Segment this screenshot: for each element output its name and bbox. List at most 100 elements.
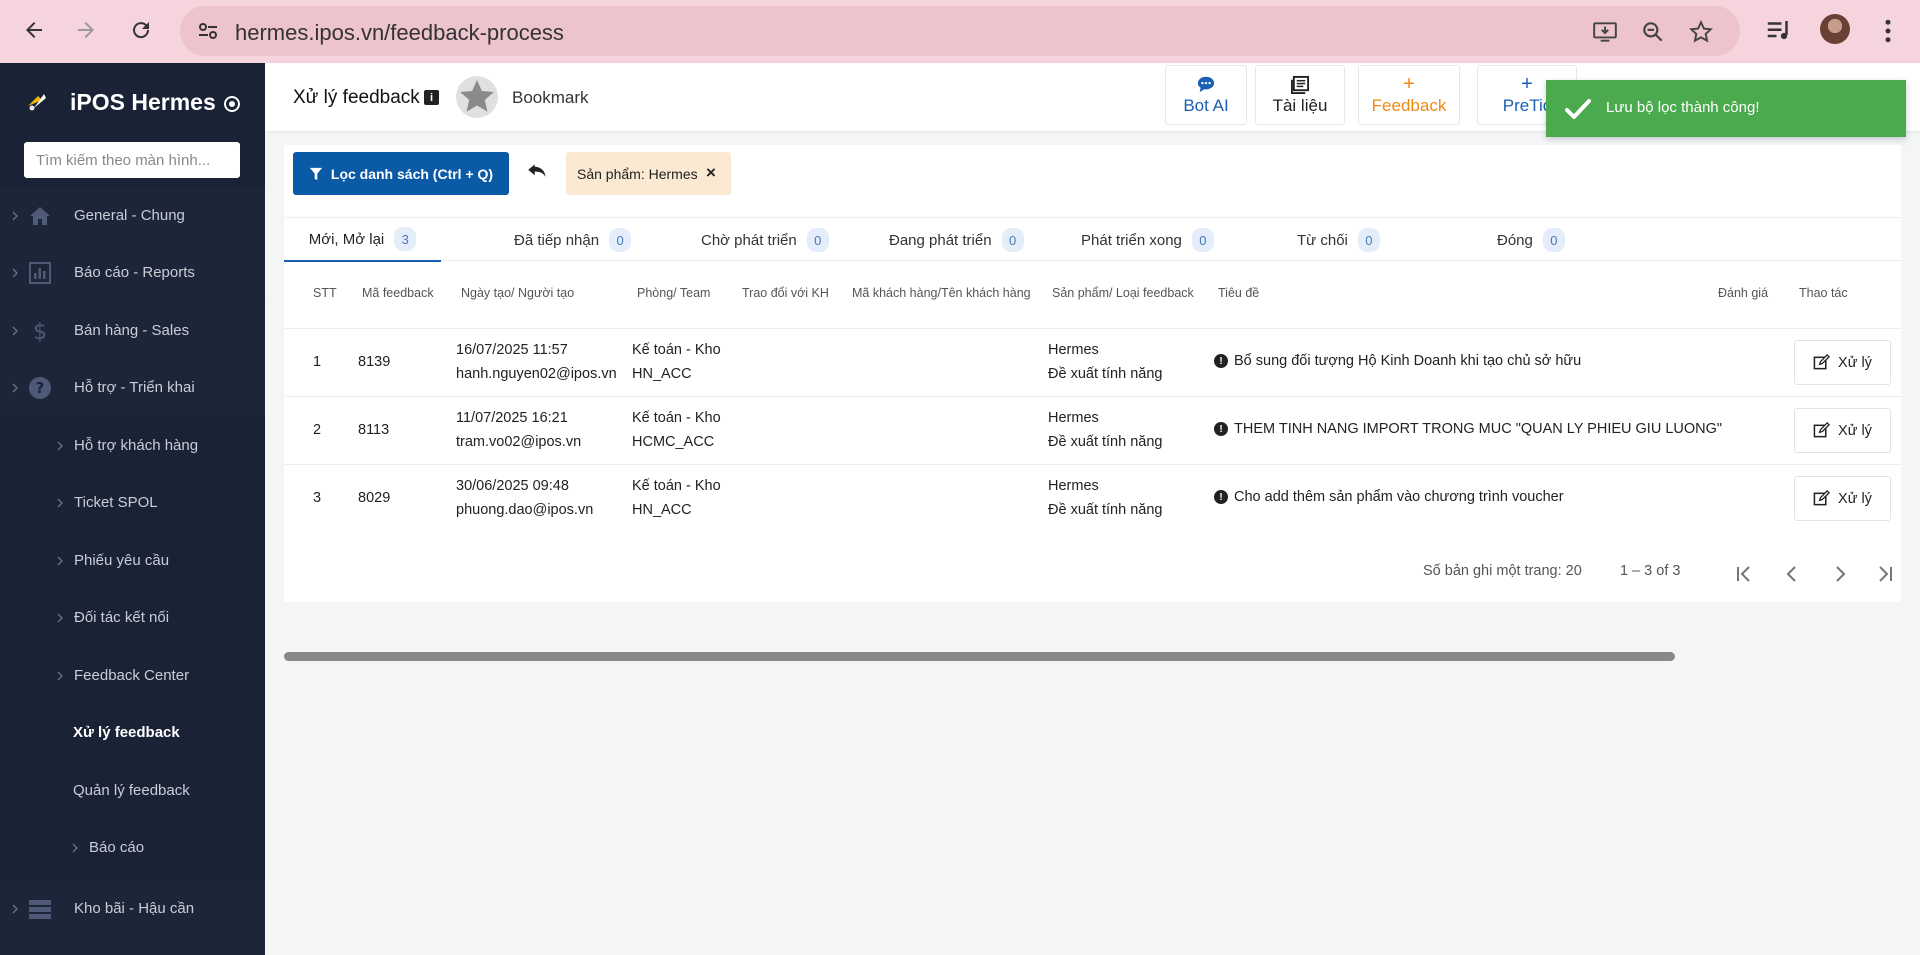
filter-button-label: Lọc danh sách (Ctrl + Q) xyxy=(330,165,494,182)
help-circle-icon: ? xyxy=(29,376,51,399)
success-toast[interactable]: Lưu bộ lọc thành công! xyxy=(1546,80,1906,137)
cell-product: Hermes xyxy=(1048,478,1099,494)
browser-toolbar: hermes.ipos.vn/feedback-process xyxy=(0,0,1920,63)
column-header: Trao đổi với KH xyxy=(742,286,829,300)
cell-type: Đề xuất tính năng xyxy=(1048,434,1163,450)
profile-avatar[interactable] xyxy=(1820,14,1850,44)
last-page-button[interactable] xyxy=(1869,558,1901,590)
sidebar-item-feedback-process[interactable]: Xử lý feedback xyxy=(0,704,265,761)
sidebar-item-customer-support[interactable]: Hỗ trợ khách hàng xyxy=(0,417,265,474)
column-header: Mã khách hàng/Tên khách hàng xyxy=(852,286,1031,300)
chevron-right-icon xyxy=(1836,566,1846,582)
tab-count-badge: 3 xyxy=(394,227,417,251)
url-text[interactable]: hermes.ipos.vn/feedback-process xyxy=(235,20,564,46)
first-page-button[interactable] xyxy=(1728,558,1760,590)
info-icon[interactable]: i xyxy=(424,90,439,105)
process-button[interactable]: Xử lý xyxy=(1794,476,1891,521)
sidebar-item-label: Đối tác kết nối xyxy=(74,609,170,626)
sidebar-item-support[interactable]: ? Hỗ trợ - Triển khai xyxy=(0,359,265,416)
cell-code: 8113 xyxy=(358,422,390,438)
sidebar-item-label: Quản lý feedback xyxy=(73,782,190,799)
sidebar-item-warehouse[interactable]: Kho bãi - Hậu cần xyxy=(0,880,265,937)
back-button[interactable] xyxy=(16,12,52,48)
table-row[interactable]: 1 8139 16/07/2025 11:57 hanh.nguyen02@ip… xyxy=(284,328,1901,396)
reload-icon xyxy=(133,22,150,39)
close-icon[interactable]: × xyxy=(706,164,722,182)
zoom-icon[interactable] xyxy=(1640,19,1666,45)
cell-dept: Kế toán - Kho xyxy=(632,342,721,358)
check-icon xyxy=(1565,99,1591,119)
undo-icon[interactable] xyxy=(525,159,551,185)
cell-date: 30/06/2025 09:48 xyxy=(456,478,569,494)
sidebar-item-sales[interactable]: $ Bán hàng - Sales xyxy=(0,302,265,359)
radio-dot-icon[interactable] xyxy=(224,96,240,112)
bookmark-star-icon[interactable] xyxy=(1688,19,1714,45)
chevron-right-icon xyxy=(57,498,63,507)
add-feedback-button[interactable]: + Feedback xyxy=(1358,65,1460,125)
media-control-icon[interactable] xyxy=(1764,16,1794,46)
next-page-button[interactable] xyxy=(1824,558,1856,590)
sidebar-search-input[interactable] xyxy=(24,142,240,178)
sidebar-item-reports[interactable]: Báo cáo - Reports xyxy=(0,244,265,301)
install-app-icon[interactable] xyxy=(1592,19,1618,45)
site-settings-icon[interactable] xyxy=(196,19,220,43)
bookmark-star-icon[interactable] xyxy=(455,75,499,119)
chevron-right-icon xyxy=(12,211,18,220)
tab-rejected[interactable]: Từ chối 0 xyxy=(1297,218,1380,262)
column-header: STT xyxy=(313,286,337,300)
cell-title[interactable]: ! Bổ sung đối tượng Hộ Kinh Doanh khi tạo… xyxy=(1214,353,1581,369)
cell-code: 8139 xyxy=(358,354,391,370)
horizontal-scrollbar[interactable] xyxy=(284,652,1675,661)
bookmark-label[interactable]: Bookmark xyxy=(512,88,589,108)
tab-received[interactable]: Đã tiếp nhận 0 xyxy=(514,218,632,262)
filter-list-button[interactable]: Lọc danh sách (Ctrl + Q) xyxy=(293,152,509,195)
sidebar-item-feedback-center[interactable]: Feedback Center xyxy=(0,647,265,704)
tab-label: Từ chối xyxy=(1297,231,1348,249)
cell-title[interactable]: ! THEM TINH NANG IMPORT TRONG MUC "QUAN L… xyxy=(1214,421,1722,437)
brand[interactable]: iPOS Hermes xyxy=(0,63,265,143)
cell-stt: 1 xyxy=(313,354,322,370)
tab-label: Mới, Mở lại xyxy=(308,230,385,248)
sidebar-item-general[interactable]: General - Chung xyxy=(0,187,265,244)
cell-type: Đề xuất tính năng xyxy=(1048,502,1163,518)
edit-icon xyxy=(1813,354,1831,370)
tab-dev-done[interactable]: Phát triển xong 0 xyxy=(1081,218,1214,262)
filter-chip-label: Sản phẩm: Hermes xyxy=(577,165,698,182)
tab-in-dev[interactable]: Đang phát triển 0 xyxy=(889,218,1024,262)
cell-date: 16/07/2025 11:57 xyxy=(456,342,568,358)
sidebar-item-report[interactable]: Báo cáo xyxy=(0,819,265,876)
table-row[interactable]: 3 8029 30/06/2025 09:48 phuong.dao@ipos.… xyxy=(284,464,1901,532)
arrow-right-icon xyxy=(78,22,94,38)
page-size-label[interactable]: Số bản ghi một trang: 20 xyxy=(1423,563,1582,579)
process-button[interactable]: Xử lý xyxy=(1794,340,1891,385)
tab-closed[interactable]: Đóng 0 xyxy=(1497,218,1565,262)
sidebar-item-feedback-manage[interactable]: Quản lý feedback xyxy=(0,762,265,819)
chevron-left-icon xyxy=(1786,566,1796,582)
sidebar-item-ticket-spol[interactable]: Ticket SPOL xyxy=(0,474,265,531)
docs-button[interactable]: Tài liệu xyxy=(1255,65,1345,125)
tab-new-reopened[interactable]: Mới, Mở lại 3 xyxy=(284,218,441,262)
forward-button[interactable] xyxy=(68,12,104,48)
sidebar-item-request-form[interactable]: Phiếu yêu cầu xyxy=(0,532,265,589)
page-range-label: 1 – 3 of 3 xyxy=(1620,563,1681,579)
cell-user: tram.vo02@ipos.vn xyxy=(456,434,582,450)
sidebar-item-partners[interactable]: Đối tác kết nối xyxy=(0,589,265,646)
bot-ai-button[interactable]: Bot AI xyxy=(1165,65,1247,125)
cell-date: 11/07/2025 16:21 xyxy=(456,410,568,426)
more-menu-icon[interactable] xyxy=(1873,16,1903,46)
column-header: Tiêu đề xyxy=(1218,286,1260,300)
tab-waiting-dev[interactable]: Chờ phát triển 0 xyxy=(701,218,829,262)
reload-button[interactable] xyxy=(123,12,159,48)
filter-chip-product[interactable]: Sản phẩm: Hermes × xyxy=(566,152,731,195)
address-bar[interactable]: hermes.ipos.vn/feedback-process xyxy=(180,6,1740,56)
bar-chart-icon xyxy=(29,261,51,284)
chevron-down-icon xyxy=(12,383,18,392)
brand-name: iPOS Hermes xyxy=(70,89,216,115)
status-tabs: Mới, Mở lại 3 Đã tiếp nhận 0 Chờ phát triể… xyxy=(284,217,1901,262)
prev-page-button[interactable] xyxy=(1776,558,1808,590)
table-row[interactable]: 2 8113 11/07/2025 16:21 tram.vo02@ipos.v… xyxy=(284,396,1901,464)
sidebar-item-label: Phiếu yêu cầu xyxy=(74,552,170,569)
cell-title[interactable]: ! Cho add thêm sản phẩm vào chương trình … xyxy=(1214,489,1564,505)
process-button[interactable]: Xử lý xyxy=(1794,408,1891,453)
cell-user: hanh.nguyen02@ipos.vn xyxy=(456,366,617,382)
